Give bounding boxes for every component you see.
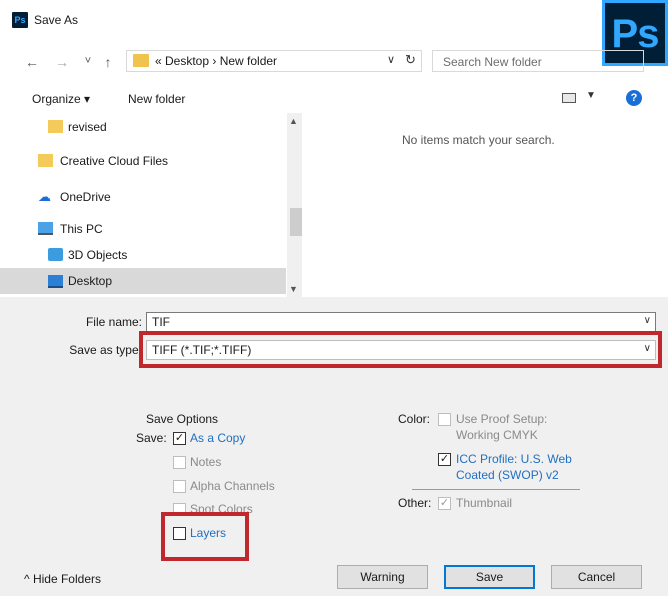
chevron-down-icon[interactable]: ▼ [586,90,596,101]
use-proof-setup-checkbox[interactable] [438,413,451,426]
file-name-value: TIF [152,315,170,329]
organize-button[interactable]: Organize ▾ [32,91,90,107]
icc-profile-checkbox[interactable]: ✓ [438,453,451,466]
recent-locations-icon[interactable]: ˅ [80,51,96,71]
nav-item-revised[interactable]: revised [0,115,286,139]
divider [412,489,580,490]
cube-icon [48,248,63,261]
refresh-icon[interactable]: ↻ [405,52,416,68]
back-icon[interactable]: ← [24,52,40,72]
window-title: Save As [34,13,79,27]
nav-item-creative-cloud-files[interactable]: Creative Cloud Files [0,149,286,173]
title-bar [0,0,668,42]
nav-item-onedrive[interactable]: ☁ OneDrive [0,185,286,209]
layers-label[interactable]: Layers [190,526,226,541]
thumbnail-checkbox[interactable]: ✓ [438,497,451,510]
file-name-label: File name: [85,315,142,329]
vertical-scrollbar[interactable] [287,113,302,297]
save-options-heading: Save Options [146,412,219,426]
warning-button[interactable]: Warning [337,565,428,589]
up-icon[interactable]: ↑ [100,52,116,72]
save-label: Save: [136,431,167,445]
nav-item-label: Desktop [68,274,113,288]
photoshop-icon: Ps [12,12,28,28]
layers-checkbox[interactable] [173,527,186,540]
color-label: Color: [398,412,431,426]
icc-profile-name: Coated (SWOP) v2 [456,468,559,482]
scroll-down-icon[interactable]: ▼ [289,284,298,294]
as-a-copy-label[interactable]: As a Copy [190,431,245,446]
file-name-field[interactable]: TIF ∨ [146,312,656,332]
desktop-icon [48,275,63,288]
nav-item-this-pc[interactable]: This PC [0,217,286,241]
save-button[interactable]: Save [444,565,535,589]
save-as-type-label: Save as type: [69,343,142,357]
nav-item-3d-objects[interactable]: 3D Objects [0,243,286,267]
help-icon[interactable]: ? [626,90,642,106]
use-proof-setup-profile: Working CMYK [456,428,538,442]
highlight-box-save-as-type [139,331,662,368]
nav-item-label: OneDrive [60,190,111,204]
view-options-icon[interactable] [562,93,576,103]
alpha-channels-label: Alpha Channels [190,479,275,493]
nav-item-desktop[interactable]: Desktop [0,268,286,294]
chevron-down-icon[interactable]: ∨ [387,53,395,66]
cancel-button[interactable]: Cancel [551,565,642,589]
other-label: Other: [398,496,432,510]
folder-icon [38,154,53,167]
nav-item-label: Creative Cloud Files [60,154,169,168]
notes-label: Notes [190,455,222,469]
breadcrumb[interactable]: « Desktop › New folder [155,54,277,69]
nav-item-label: 3D Objects [68,248,128,262]
chevron-down-icon[interactable]: ∨ [644,315,651,326]
scroll-up-icon[interactable]: ▲ [289,116,298,126]
nav-item-label: This PC [60,222,103,236]
scrollbar-thumb[interactable] [290,208,302,236]
cloud-icon: ☁ [38,189,51,204]
folder-icon [48,120,63,133]
hide-folders-button[interactable]: ^ Hide Folders [24,572,101,586]
notes-checkbox[interactable] [173,456,186,469]
new-folder-button[interactable]: New folder [128,91,185,107]
search-placeholder: Search New folder [443,55,542,69]
forward-icon[interactable]: → [54,52,70,72]
empty-results-message: No items match your search. [402,133,555,147]
navigation-pane[interactable]: revised Creative Cloud Files ☁ OneDrive … [0,113,302,297]
folder-icon [133,54,149,67]
icc-profile-label[interactable]: ICC Profile: U.S. Web [456,452,572,467]
computer-icon [38,222,53,235]
nav-item-label: revised [68,120,107,134]
as-a-copy-checkbox[interactable]: ✓ [173,432,186,445]
search-input[interactable]: Search New folder [432,50,644,72]
thumbnail-label: Thumbnail [456,496,513,510]
address-bar[interactable]: « Desktop › New folder ∨ ↻ [126,50,422,72]
use-proof-setup-label: Use Proof Setup: [456,412,548,426]
alpha-channels-checkbox[interactable] [173,480,186,493]
